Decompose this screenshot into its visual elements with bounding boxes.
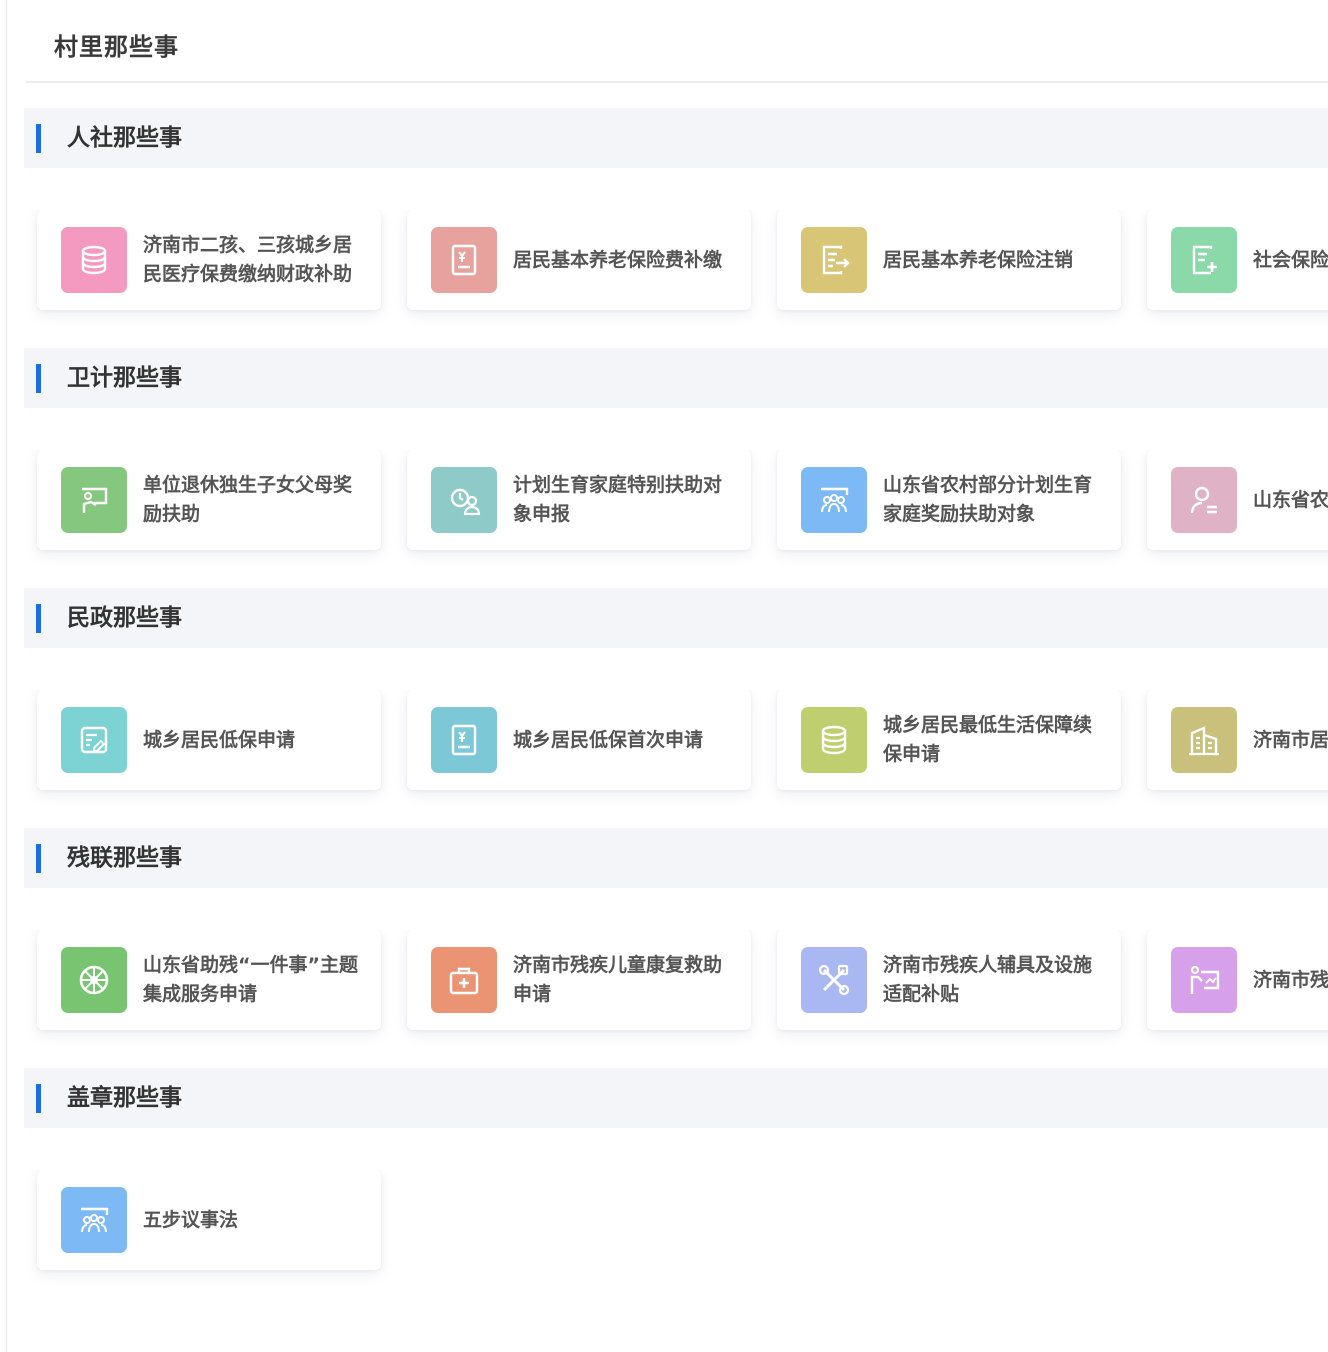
service-card-label-wrap: 五步议事法 xyxy=(143,1190,365,1250)
section-title: 人社那些事 xyxy=(67,125,182,151)
service-card-row: 五步议事法 xyxy=(0,1170,1328,1286)
service-card[interactable]: 城乡居民低保首次申请 xyxy=(407,690,751,790)
service-card[interactable]: 五步议事法 xyxy=(37,1170,381,1270)
service-card-label: 山东省助残“一件事”主题集成服务申请 xyxy=(143,954,358,1005)
service-card-row: 单位退休独生子女父母奖励扶助 计划生育家庭特别扶助对象申报 山东省农村部分计划生育家… xyxy=(0,450,1328,566)
service-card[interactable]: 济南市居用申请 xyxy=(1147,690,1328,790)
document-add-icon xyxy=(1171,227,1237,293)
service-card-label-wrap: 计划生育家庭特别扶助对象申报 xyxy=(513,470,735,530)
service-card[interactable]: 单位退休独生子女父母奖励扶助 xyxy=(37,450,381,550)
service-card-label-wrap: 城乡居民低保申请 xyxy=(143,710,365,770)
meeting-group-icon xyxy=(61,1187,127,1253)
service-card-label-wrap: 济南市二孩、三孩城乡居民医疗保费缴纳财政补助 xyxy=(143,230,365,290)
form-edit-icon xyxy=(61,707,127,773)
tools-icon xyxy=(801,947,867,1013)
section-title: 残联那些事 xyxy=(67,845,182,871)
meeting-group-icon xyxy=(801,467,867,533)
service-card-label-wrap: 城乡居民低保首次申请 xyxy=(513,710,735,770)
service-card[interactable]: 山东省助残“一件事”主题集成服务申请 xyxy=(37,930,381,1030)
service-card[interactable]: 居民基本养老保险注销 xyxy=(777,210,1121,310)
section-header: 盖章那些事 xyxy=(24,1068,1328,1128)
coins-stack-icon xyxy=(61,227,127,293)
receipt-yuan-icon xyxy=(431,707,497,773)
service-card[interactable]: 城乡居民最低生活保障续保申请 xyxy=(777,690,1121,790)
presentation-icon xyxy=(1171,947,1237,1013)
service-card-label: 济南市残疾儿童康复救助申请 xyxy=(513,954,723,1005)
section-accent-bar xyxy=(36,844,41,873)
service-card-label-wrap: 单位退休独生子女父母奖励扶助 xyxy=(143,470,365,530)
service-card-label: 居民基本养老保险注销 xyxy=(883,248,1074,271)
service-card[interactable]: 计划生育家庭特别扶助对象申报 xyxy=(407,450,751,550)
service-card-label: 五步议事法 xyxy=(143,1208,239,1231)
medical-kit-icon xyxy=(431,947,497,1013)
document-export-icon xyxy=(801,227,867,293)
service-card-label: 济南市残疾人辅具及设施适配补贴 xyxy=(883,954,1093,1005)
service-card-label-wrap: 社会保险 xyxy=(1253,230,1328,290)
building-icon xyxy=(1171,707,1237,773)
section-header: 卫计那些事 xyxy=(24,348,1328,408)
service-card-label: 单位退休独生子女父母奖励扶助 xyxy=(143,474,353,525)
service-card[interactable]: 山东省农村部分计划生育家庭奖励扶助对象 xyxy=(777,450,1121,550)
service-card-label: 城乡居民最低生活保障续保申请 xyxy=(883,714,1093,765)
coins-stack-icon xyxy=(801,707,867,773)
service-card-label: 社会保险 xyxy=(1253,248,1328,271)
service-card-label-wrap: 山东省农村部分计划生育家庭奖励扶助对象 xyxy=(883,470,1105,530)
page-header: 村里那些事 xyxy=(26,0,1328,83)
section-accent-bar xyxy=(36,1084,41,1113)
service-card[interactable]: 济南市二孩、三孩城乡居民医疗保费缴纳财政补助 xyxy=(37,210,381,310)
section-accent-bar xyxy=(36,124,41,153)
left-border xyxy=(6,0,7,1352)
service-card-label: 计划生育家庭特别扶助对象申报 xyxy=(513,474,723,525)
service-card-label-wrap: 济南市残疾儿童康复救助申请 xyxy=(513,950,735,1010)
section-title: 民政那些事 xyxy=(67,605,182,631)
service-card-row: 城乡居民低保申请 城乡居民低保首次申请 城乡居民最低生活保障续保申请 济南市居用申请 xyxy=(0,690,1328,806)
service-card-label: 济南市居用申请 xyxy=(1253,728,1328,751)
service-card-label: 山东省农村部分计划生育家庭奖励扶助对象 xyxy=(883,474,1093,525)
user-list-icon xyxy=(1171,467,1237,533)
section-header: 民政那些事 xyxy=(24,588,1328,648)
service-card[interactable]: 济南市残疾儿童康复救助申请 xyxy=(407,930,751,1030)
service-card[interactable]: 山东省农庭奖励扶 xyxy=(1147,450,1328,550)
service-card-label: 山东省农庭奖励扶 xyxy=(1253,488,1328,511)
service-card[interactable]: 城乡居民低保申请 xyxy=(37,690,381,790)
service-card-row: 山东省助残“一件事”主题集成服务申请 济南市残疾儿童康复救助申请 济南市残疾人辅具及… xyxy=(0,930,1328,1046)
section-accent-bar xyxy=(36,364,41,393)
service-card[interactable]: 济南市残疾人辅具及设施适配补贴 xyxy=(777,930,1121,1030)
teaching-board-icon xyxy=(61,467,127,533)
service-card-label-wrap: 济南市居用申请 xyxy=(1253,710,1328,770)
service-card-label: 城乡居民低保首次申请 xyxy=(513,728,704,751)
service-card-row: 济南市二孩、三孩城乡居民医疗保费缴纳财政补助 居民基本养老保险费补缴 居民基本养老保… xyxy=(0,210,1328,326)
service-card-label: 城乡居民低保申请 xyxy=(143,728,296,751)
section-accent-bar xyxy=(36,604,41,633)
service-card-label-wrap: 济南市残请 xyxy=(1253,950,1328,1010)
service-card-label-wrap: 居民基本养老保险费补缴 xyxy=(513,230,735,290)
service-card[interactable]: 居民基本养老保险费补缴 xyxy=(407,210,751,310)
service-card-label-wrap: 城乡居民最低生活保障续保申请 xyxy=(883,710,1105,770)
service-card[interactable]: 济南市残请 xyxy=(1147,930,1328,1030)
service-card-label: 济南市残请 xyxy=(1253,968,1328,991)
service-card-label-wrap: 山东省助残“一件事”主题集成服务申请 xyxy=(143,950,365,1010)
service-card[interactable]: 社会保险 xyxy=(1147,210,1328,310)
section-header: 人社那些事 xyxy=(24,108,1328,168)
wheel-icon xyxy=(61,947,127,1013)
service-card-label-wrap: 山东省农庭奖励扶 xyxy=(1253,470,1328,530)
service-card-label-wrap: 济南市残疾人辅具及设施适配补贴 xyxy=(883,950,1105,1010)
service-card-label-wrap: 居民基本养老保险注销 xyxy=(883,230,1105,290)
section-title: 卫计那些事 xyxy=(67,365,182,391)
service-card-label: 居民基本养老保险费补缴 xyxy=(513,248,723,271)
service-card-label: 济南市二孩、三孩城乡居民医疗保费缴纳财政补助 xyxy=(143,234,353,285)
section-header: 残联那些事 xyxy=(24,828,1328,888)
page-title: 村里那些事 xyxy=(54,33,179,61)
receipt-yuan-icon xyxy=(431,227,497,293)
section-title: 盖章那些事 xyxy=(67,1085,182,1111)
user-clock-icon xyxy=(431,467,497,533)
